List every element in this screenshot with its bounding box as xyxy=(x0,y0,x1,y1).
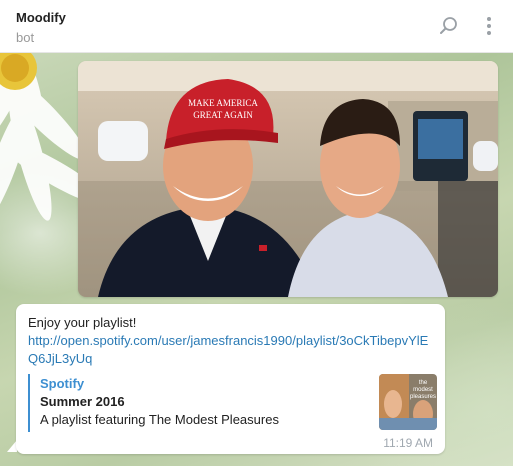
thumb-text-3: pleasures xyxy=(410,394,436,400)
preview-description: A playlist featuring The Modest Pleasure… xyxy=(40,412,279,427)
message-time: 11:19 AM xyxy=(383,436,433,450)
photo-image: MAKE AMERICA GREAT AGAIN xyxy=(78,61,498,297)
preview-title: Summer 2016 xyxy=(40,394,125,409)
link-preview[interactable]: Spotify Summer 2016 A playlist featuring… xyxy=(28,374,437,432)
more-vertical-icon[interactable] xyxy=(479,15,499,37)
playlist-link[interactable]: http://open.spotify.com/user/jamesfranci… xyxy=(28,332,438,368)
cap-text-line2: GREAT AGAIN xyxy=(193,110,253,120)
search-icon[interactable] xyxy=(438,15,460,37)
chat-header: Moodify bot xyxy=(0,0,513,53)
photo-message[interactable]: MAKE AMERICA GREAT AGAIN xyxy=(78,61,498,297)
chat-title[interactable]: Moodify xyxy=(16,10,66,25)
cap-text-line1: MAKE AMERICA xyxy=(188,98,258,108)
preview-thumbnail[interactable]: the modest pleasures xyxy=(379,374,437,430)
message-text: Enjoy your playlist! xyxy=(28,315,137,330)
chat-status: bot xyxy=(16,30,35,45)
preview-site-name: Spotify xyxy=(40,376,85,391)
thumb-text-1: the xyxy=(419,380,428,386)
thumb-text-2: modest xyxy=(413,387,433,393)
message-bubble: Enjoy your playlist! http://open.spotify… xyxy=(16,304,445,454)
